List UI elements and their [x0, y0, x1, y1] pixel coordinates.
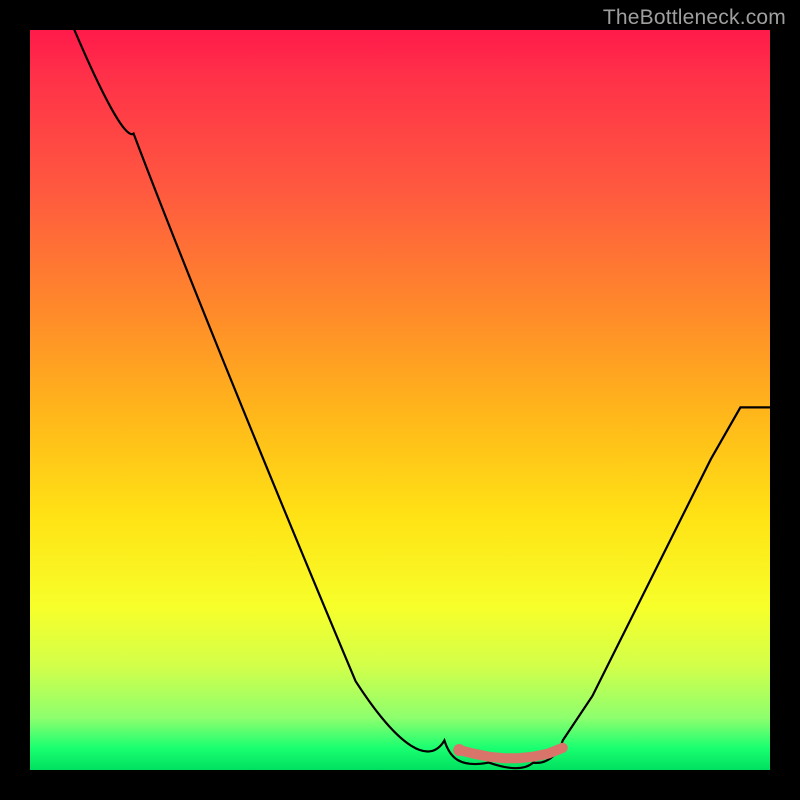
- chart-frame: TheBottleneck.com: [0, 0, 800, 800]
- bottleneck-curve: [74, 30, 770, 768]
- optimal-start-dot: [453, 744, 465, 756]
- plot-area: [30, 30, 770, 770]
- watermark-text: TheBottleneck.com: [603, 6, 786, 30]
- optimal-range-marker: [459, 748, 563, 758]
- curve-layer: [30, 30, 770, 770]
